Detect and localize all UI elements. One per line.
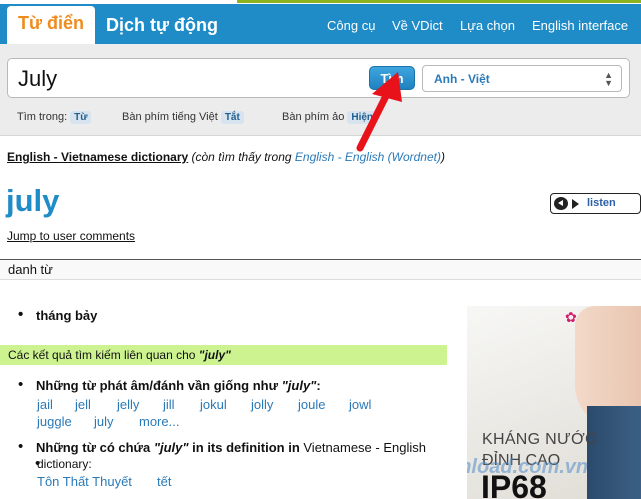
word-link[interactable]: jowl	[349, 397, 371, 412]
containing-dictionary: Vietnamese - English	[303, 440, 426, 455]
advertisement[interactable]: ✿ KHÁNG NƯỚC ĐỈNH CAO IP68 Download.com.…	[467, 306, 641, 499]
search-box: Tìm Anh - Việt ▲▼	[7, 58, 630, 98]
word-link[interactable]: jolly	[251, 397, 273, 412]
word-link[interactable]: jell	[75, 397, 91, 412]
part-of-speech: danh từ	[0, 259, 641, 280]
listen-button[interactable]: listen	[550, 193, 641, 214]
word-link[interactable]: jail	[37, 397, 53, 412]
option-label: Bàn phím ảo	[282, 111, 345, 123]
vietnamese-keyboard-option: Bàn phím tiếng Việt Tắt	[122, 111, 244, 124]
meaning-item: tháng bảy	[18, 306, 98, 323]
word-link[interactable]: joule	[298, 397, 325, 412]
containing-mid: in its definition in	[188, 440, 304, 455]
sound-alike-heading: Những từ phát âm/đánh vần giống như "jul…	[18, 376, 440, 393]
sound-alike-prefix: Những từ phát âm/đánh vần giống như	[36, 378, 282, 393]
related-term: "july"	[198, 348, 231, 362]
word-link[interactable]: juggle	[37, 414, 72, 429]
word-link[interactable]: tết	[157, 474, 171, 489]
containing-heading: Những từ có chứa "july" in its definitio…	[18, 438, 440, 455]
nav-english-interface[interactable]: English interface	[532, 18, 628, 33]
word-link[interactable]: jokul	[200, 397, 227, 412]
nav-about[interactable]: Về VDict	[392, 18, 443, 33]
search-in-option: Tìm trong: Từ	[17, 111, 92, 124]
tab-auto-translate[interactable]: Dịch tự động	[95, 8, 229, 44]
also-found-suffix: )	[440, 150, 445, 164]
word-link[interactable]: july	[94, 414, 114, 429]
nav-tools[interactable]: Công cụ	[327, 18, 375, 33]
page: Từ điển Dịch tự động Công cụ Về VDict Lự…	[0, 0, 641, 499]
dictionary-source-line: English - Vietnamese dictionary (còn tìm…	[7, 150, 445, 164]
search-in-toggle[interactable]: Từ	[70, 111, 92, 124]
flower-icon: ✿	[565, 309, 577, 325]
listen-label: listen	[587, 197, 616, 209]
more-link[interactable]: more...	[139, 414, 179, 429]
language-select[interactable]: Anh - Việt ▲ ▼	[422, 65, 622, 92]
watermark: Download.com.vn	[467, 456, 589, 478]
sound-alike-words: jail jell jelly jill jokul jolly joule j…	[37, 397, 457, 431]
header-bar: Từ điển Dịch tự động Công cụ Về VDict Lự…	[0, 4, 641, 46]
related-results-heading: Các kết quả tìm kiếm liên quan cho "july…	[0, 345, 447, 365]
speaker-icon	[554, 197, 568, 210]
vietnamese-keyboard-toggle[interactable]: Tắt	[220, 111, 244, 124]
sound-alike-term: "july"	[281, 378, 317, 393]
option-label: Bàn phím tiếng Việt	[122, 111, 218, 123]
jump-to-comments-link[interactable]: Jump to user comments	[7, 229, 135, 243]
play-icon	[572, 199, 579, 209]
option-label: Tìm trong:	[17, 111, 68, 123]
containing-term: "july"	[153, 440, 189, 455]
language-select-value: Anh - Việt	[434, 72, 490, 86]
also-found-prefix: (còn tìm thấy trong	[191, 150, 295, 164]
sound-alike-suffix: :	[316, 378, 321, 393]
top-accent-bar	[237, 0, 641, 3]
search-input[interactable]	[18, 65, 358, 93]
headword: july	[6, 183, 60, 218]
search-panel: Tìm Anh - Việt ▲▼ Tìm trong:Từ Bàn phím …	[0, 44, 641, 136]
word-link[interactable]: jill	[163, 397, 175, 412]
tab-dictionary[interactable]: Từ điển	[7, 6, 96, 46]
related-prefix: Các kết quả tìm kiếm liên quan cho	[8, 348, 199, 362]
source-dictionary-link[interactable]: English - Vietnamese dictionary	[7, 150, 188, 164]
containing-words: Tôn Thất Thuyết tết	[37, 474, 457, 494]
containing-line2: dictionary:	[37, 457, 92, 471]
ad-headline-1: KHÁNG NƯỚC	[482, 431, 597, 448]
containing-prefix: Những từ có chứa	[36, 440, 154, 455]
ad-sleeve-image	[587, 406, 641, 499]
word-link[interactable]: jelly	[117, 397, 139, 412]
containing-heading-line2: dictionary:	[35, 455, 92, 472]
red-arrow-icon	[356, 72, 402, 152]
wordnet-link[interactable]: English - English (Wordnet)	[295, 150, 441, 164]
word-link[interactable]: Tôn Thất Thuyết	[37, 474, 132, 489]
meaning-text: tháng bảy	[36, 308, 98, 323]
chevron-updown-icon: ▲ ▼	[604, 70, 613, 88]
nav-options[interactable]: Lựa chọn	[460, 18, 515, 33]
